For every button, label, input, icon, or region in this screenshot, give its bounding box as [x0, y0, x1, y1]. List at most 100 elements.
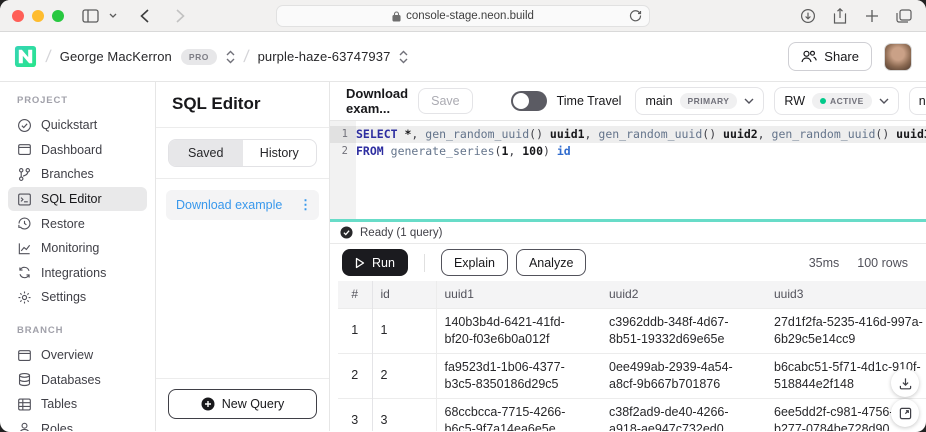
share-button[interactable]: Share — [788, 42, 872, 71]
git-branch-icon — [17, 167, 32, 182]
sidebar-item-integrations[interactable]: Integrations — [8, 261, 147, 286]
sidebar-item-tables[interactable]: Tables — [8, 392, 147, 417]
query-duration: 35ms — [809, 256, 840, 270]
sidebar-item-restore[interactable]: Restore — [8, 211, 147, 236]
results-table-container: # id uuid1 uuid2 uuid3 1 1 140b3b4d-6421… — [330, 281, 926, 431]
time-travel-toggle[interactable] — [511, 91, 547, 111]
table-grid-icon — [17, 397, 32, 412]
sidebar-item-quickstart[interactable]: Quickstart — [8, 113, 147, 138]
check-circle-icon — [17, 118, 32, 133]
save-button[interactable]: Save — [418, 88, 473, 114]
user-avatar[interactable] — [884, 43, 912, 71]
sidebar-item-settings[interactable]: Settings — [8, 285, 147, 310]
sidebar-item-roles[interactable]: Roles — [8, 417, 147, 431]
sidebar-toggle-icon[interactable] — [78, 4, 102, 28]
window-icon — [17, 348, 32, 363]
table-row[interactable]: 1 1 140b3b4d-6421-41fd-bf20-f03e6b0a012f… — [338, 308, 926, 353]
chevron-down-icon — [744, 98, 754, 104]
run-button[interactable]: Run — [342, 249, 408, 276]
reload-icon[interactable] — [629, 9, 642, 22]
explain-button[interactable]: Explain — [441, 249, 508, 276]
zoom-window-button[interactable] — [52, 10, 64, 22]
downloads-icon[interactable] — [796, 4, 820, 28]
share-button-label: Share — [824, 49, 859, 64]
sql-editor-panel: SQL Editor Saved History Download exampl… — [156, 82, 330, 431]
plus-circle-icon — [201, 397, 215, 411]
code-line[interactable]: 1SELECT *, gen_random_uuid() uuid1, gen_… — [330, 126, 926, 143]
saved-query-item[interactable]: Download example ⋮ — [166, 190, 319, 220]
expand-results-button[interactable] — [891, 399, 919, 427]
app-header: / George MacKerron PRO / purple-haze-637… — [0, 32, 926, 82]
sql-editor-icon — [17, 192, 32, 207]
new-tab-icon[interactable] — [860, 4, 884, 28]
database-dropdown[interactable]: neondb — [909, 87, 926, 115]
code-text: FROM generate_series(1, 100) id — [356, 143, 571, 160]
project-section-label: PROJECT — [17, 95, 155, 106]
expand-icon — [899, 407, 912, 420]
download-results-button[interactable] — [891, 369, 919, 397]
sql-code-editor[interactable]: 1SELECT *, gen_random_uuid() uuid1, gen_… — [330, 121, 926, 219]
table-row[interactable]: 2 2 fa9523d1-1b06-4377-b3c5-8350186d29c5… — [338, 353, 926, 398]
query-menu-icon[interactable]: ⋮ — [299, 203, 311, 207]
saved-query-name: Download example — [176, 198, 299, 212]
sidebar-chevron-icon[interactable] — [106, 4, 120, 28]
table-row[interactable]: 3 3 68ccbcca-7715-4266-b6c5-9f7a14ea6e5e… — [338, 398, 926, 431]
chevron-down-icon — [879, 98, 889, 104]
results-table: # id uuid1 uuid2 uuid3 1 1 140b3b4d-6421… — [338, 281, 926, 431]
ready-check-icon — [340, 226, 353, 239]
line-number: 1 — [330, 126, 356, 143]
query-status-bar: Ready (1 query) — [330, 222, 926, 244]
column-header-uuid1[interactable]: uuid1 — [436, 281, 601, 308]
tab-overview-icon[interactable] — [892, 4, 916, 28]
close-window-button[interactable] — [12, 10, 24, 22]
back-button[interactable] — [132, 4, 156, 28]
breadcrumb-separator: / — [242, 47, 250, 67]
roles-icon — [17, 421, 32, 431]
column-header-uuid3[interactable]: uuid3 — [766, 281, 926, 308]
browser-window: console-stage.neon.build — [0, 0, 926, 432]
active-dot — [820, 98, 826, 104]
window-icon — [17, 142, 32, 157]
analyze-button[interactable]: Analyze — [516, 249, 586, 276]
ready-text: Ready (1 query) — [360, 227, 442, 239]
neon-logo[interactable] — [14, 45, 37, 68]
column-header-uuid2[interactable]: uuid2 — [601, 281, 766, 308]
new-query-button[interactable]: New Query — [168, 389, 317, 419]
sidebar-item-overview[interactable]: Overview — [8, 343, 147, 368]
editor-toolbar: Download exam... Save Time Travel main P… — [330, 82, 926, 121]
tab-history[interactable]: History — [243, 140, 317, 166]
column-header-hash[interactable]: # — [338, 281, 372, 308]
column-header-id[interactable]: id — [372, 281, 436, 308]
project-name[interactable]: purple-haze-63747937 — [258, 49, 391, 64]
download-icon — [899, 377, 912, 390]
active-badge: ACTIVE — [812, 93, 872, 109]
breadcrumb-separator: / — [45, 47, 53, 67]
lock-icon — [392, 11, 401, 22]
branch-dropdown[interactable]: main PRIMARY — [635, 87, 764, 115]
history-clock-icon — [17, 216, 32, 231]
database-icon — [17, 372, 32, 387]
compute-dropdown[interactable]: RW ACTIVE — [774, 87, 898, 115]
sidebar-item-dashboard[interactable]: Dashboard — [8, 138, 147, 163]
sidebar-item-branches[interactable]: Branches — [8, 162, 147, 187]
query-row-count: 100 rows — [857, 256, 908, 270]
code-text: SELECT *, gen_random_uuid() uuid1, gen_r… — [356, 126, 926, 143]
saved-history-tabs: Saved History — [168, 139, 317, 167]
sidebar-item-sql-editor[interactable]: SQL Editor — [8, 187, 147, 212]
share-page-icon[interactable] — [828, 4, 852, 28]
sidebar-item-monitoring[interactable]: Monitoring — [8, 236, 147, 261]
code-line[interactable]: 2FROM generate_series(1, 100) id — [330, 143, 926, 160]
query-actions: Run Explain Analyze 35ms 100 rows — [330, 244, 926, 281]
line-number: 2 — [330, 143, 356, 160]
sidebar-item-databases[interactable]: Databases — [8, 367, 147, 392]
org-name[interactable]: George MacKerron — [60, 49, 172, 64]
minimize-window-button[interactable] — [32, 10, 44, 22]
panel-title: SQL Editor — [156, 82, 329, 128]
tab-saved[interactable]: Saved — [169, 140, 243, 166]
org-selector-icon[interactable] — [226, 50, 235, 64]
address-bar[interactable]: console-stage.neon.build — [276, 5, 650, 27]
url-text: console-stage.neon.build — [406, 10, 534, 22]
editor-main: Download exam... Save Time Travel main P… — [330, 82, 926, 431]
forward-button[interactable] — [168, 4, 192, 28]
project-selector-icon[interactable] — [399, 50, 408, 64]
